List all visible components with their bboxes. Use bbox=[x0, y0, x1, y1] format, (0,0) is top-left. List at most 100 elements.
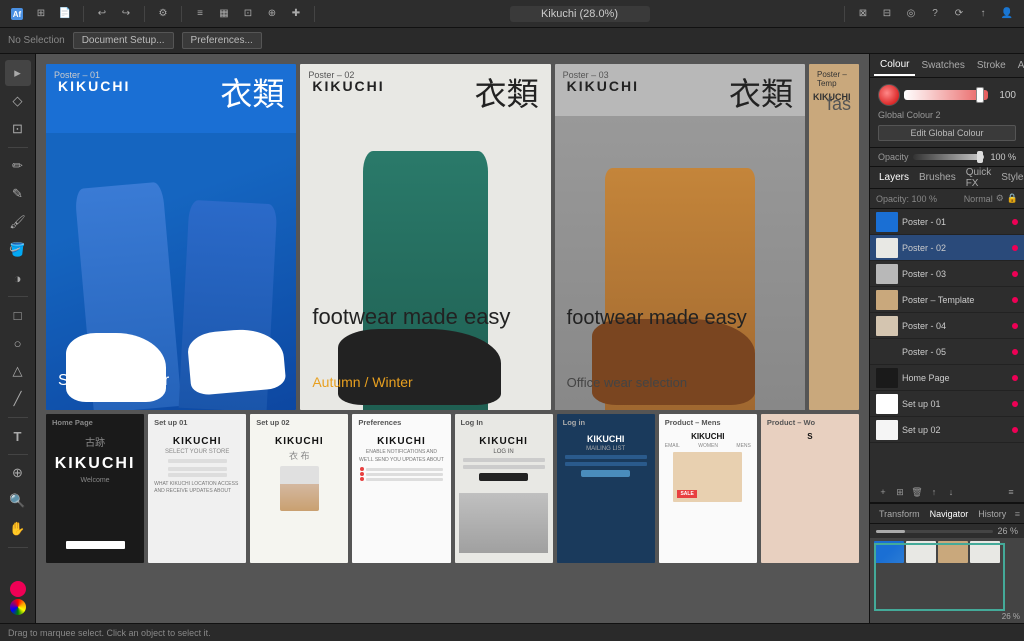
line-tool[interactable]: ╱ bbox=[5, 386, 31, 412]
node-tool[interactable]: ◇ bbox=[5, 88, 31, 114]
layer-item-3[interactable]: Poster – Template bbox=[870, 287, 1024, 313]
transform-icon[interactable]: ⊡ bbox=[239, 5, 257, 23]
pixel-icon[interactable]: ⊟ bbox=[878, 5, 896, 23]
color-value: 100 bbox=[992, 90, 1016, 101]
undo-icon[interactable]: ↩ bbox=[93, 5, 111, 23]
transform-tabs: Transform Navigator History ≡ bbox=[870, 504, 1024, 524]
arrange-icon[interactable]: ▦ bbox=[215, 5, 233, 23]
more-icon[interactable]: ≡ bbox=[1004, 485, 1018, 499]
sync-icon[interactable]: ⟳ bbox=[950, 5, 968, 23]
pen-tool[interactable]: ✏ bbox=[5, 153, 31, 179]
layer-name-3: Poster – Template bbox=[902, 295, 1008, 305]
group-icon[interactable]: ⊞ bbox=[893, 485, 907, 499]
layer-dot-3 bbox=[1012, 297, 1018, 303]
layer-item-0[interactable]: Poster - 01 bbox=[870, 209, 1024, 235]
redo-icon[interactable]: ↪ bbox=[117, 5, 135, 23]
poster-01[interactable]: Poster – 01 KIKUCHI 衣類 Spring/Summer bbox=[46, 64, 296, 410]
tab-layers[interactable]: Layers bbox=[874, 169, 914, 186]
fill-color[interactable] bbox=[10, 581, 26, 597]
tab-styles[interactable]: Styles bbox=[996, 169, 1024, 186]
poster-02[interactable]: Poster – 02 KIKUCHI 衣類 footwear made eas… bbox=[300, 64, 550, 410]
small-product-mens[interactable]: Product – Mens KIKUCHI EMAILWOMENMENS SA… bbox=[659, 414, 757, 563]
layer-item-6[interactable]: Home Page bbox=[870, 365, 1024, 391]
poster-03[interactable]: Poster – 03 KIKUCHI 衣類 footwear made eas… bbox=[555, 64, 805, 410]
user-icon[interactable]: 👤 bbox=[998, 5, 1016, 23]
tab-brushes[interactable]: Brushes bbox=[914, 169, 961, 186]
zoom-icon[interactable]: ◎ bbox=[902, 5, 920, 23]
color-slider-thumb[interactable] bbox=[976, 87, 984, 103]
layer-item-5[interactable]: Poster - 05 bbox=[870, 339, 1024, 365]
small-login[interactable]: Log In KIKUCHI LOG IN bbox=[455, 414, 553, 563]
paint-tool[interactable]: 🪣 bbox=[5, 237, 31, 263]
add-layer-icon[interactable]: + bbox=[876, 485, 890, 499]
stroke-color[interactable] bbox=[10, 599, 26, 615]
navigator-canvas[interactable]: 26 % bbox=[870, 538, 1024, 623]
color-swatch[interactable] bbox=[878, 84, 900, 106]
preferences-button[interactable]: Preferences... bbox=[182, 32, 262, 49]
opacity-slider[interactable] bbox=[913, 154, 984, 160]
small-home[interactable]: Home Page 古跡 KIKUCHI Welcome bbox=[46, 414, 144, 563]
tab-appearance[interactable]: Appearance bbox=[1012, 56, 1024, 75]
canvas-area[interactable]: Poster – 01 KIKUCHI 衣類 Spring/Summer Pos… bbox=[36, 54, 869, 623]
grid-icon[interactable]: ⊞ bbox=[32, 5, 50, 23]
layer-lock-icon[interactable]: 🔒 bbox=[1007, 193, 1018, 204]
pencil-tool[interactable]: ✎ bbox=[5, 181, 31, 207]
tab-swatches[interactable]: Swatches bbox=[915, 56, 970, 75]
doc-icon[interactable]: 📄 bbox=[56, 5, 74, 23]
small-product-wo[interactable]: Product – Wo S bbox=[761, 414, 859, 563]
nav-menu-icon[interactable]: ≡ bbox=[1015, 509, 1020, 519]
layer-dot-5 bbox=[1012, 349, 1018, 355]
color-slider[interactable] bbox=[904, 90, 988, 100]
help-icon[interactable]: ? bbox=[926, 5, 944, 23]
ellipse-tool[interactable]: ○ bbox=[5, 330, 31, 356]
insert-icon[interactable]: ✚ bbox=[287, 5, 305, 23]
color-panel-tabs: Colour Swatches Stroke Appearance ≡ bbox=[870, 54, 1024, 78]
eyedropper-tool[interactable]: ⊕ bbox=[5, 460, 31, 486]
layer-item-1[interactable]: Poster - 02 bbox=[870, 235, 1024, 261]
align-icon[interactable]: ≡ bbox=[191, 5, 209, 23]
tab-transform[interactable]: Transform bbox=[874, 507, 925, 521]
small-setup2[interactable]: Set up 02 KIKUCHI 衣 布 bbox=[250, 414, 348, 563]
poster-template[interactable]: Poster – Temp KIKUCHI fas bbox=[809, 64, 859, 410]
gradient-tool[interactable]: ◑ bbox=[5, 265, 31, 291]
tab-quickfx[interactable]: Quick FX bbox=[961, 164, 997, 192]
move-down-icon[interactable]: ↓ bbox=[944, 485, 958, 499]
setup1-sub: SELECT YOUR STORE bbox=[148, 449, 246, 455]
tab-history[interactable]: History bbox=[973, 507, 1011, 521]
small-setup1[interactable]: Set up 01 KIKUCHI SELECT YOUR STORE WHAT… bbox=[148, 414, 246, 563]
layer-settings-icon[interactable]: ⚙ bbox=[996, 193, 1004, 204]
tab-colour[interactable]: Colour bbox=[874, 55, 915, 76]
login-field1 bbox=[463, 458, 545, 462]
edit-global-colour-button[interactable]: Edit Global Colour bbox=[878, 125, 1016, 141]
brush-tool[interactable]: 🖌 bbox=[5, 209, 31, 235]
zoom-tool[interactable]: 🔍 bbox=[5, 488, 31, 514]
delete-icon[interactable]: 🗑 bbox=[910, 485, 924, 499]
layer-name-5: Poster - 05 bbox=[902, 347, 1008, 357]
small-login2[interactable]: Log in KIKUCHI MAILING LIST bbox=[557, 414, 655, 563]
rect-tool[interactable]: □ bbox=[5, 302, 31, 328]
small-prefs[interactable]: Preferences KIKUCHI ENABLE NOTIFICATIONS… bbox=[352, 414, 450, 563]
partial-text: fas bbox=[823, 94, 855, 115]
layer-item-8[interactable]: Set up 02 bbox=[870, 417, 1024, 443]
view-icon[interactable]: ⊠ bbox=[854, 5, 872, 23]
layer-item-2[interactable]: Poster - 03 bbox=[870, 261, 1024, 287]
boolean-icon[interactable]: ⊕ bbox=[263, 5, 281, 23]
text-tool[interactable]: T bbox=[5, 423, 31, 449]
login-shoe-img bbox=[459, 493, 547, 553]
layer-item-4[interactable]: Poster - 04 bbox=[870, 313, 1024, 339]
tab-stroke[interactable]: Stroke bbox=[971, 56, 1012, 75]
opacity-thumb[interactable] bbox=[977, 151, 983, 163]
tab-navigator[interactable]: Navigator bbox=[925, 507, 974, 521]
share-icon[interactable]: ↑ bbox=[974, 5, 992, 23]
select-tool[interactable]: ▸ bbox=[5, 60, 31, 86]
triangle-tool[interactable]: △ bbox=[5, 358, 31, 384]
top-toolbar: Af ⊞ 📄 ↩ ↪ ⚙ ≡ ▦ ⊡ ⊕ ✚ Kikuchi (28.0%) ⊠… bbox=[0, 0, 1024, 28]
crop-tool[interactable]: ⊡ bbox=[5, 116, 31, 142]
pan-tool[interactable]: ✋ bbox=[5, 516, 31, 542]
move-up-icon[interactable]: ↑ bbox=[927, 485, 941, 499]
settings-icon[interactable]: ⚙ bbox=[154, 5, 172, 23]
document-setup-button[interactable]: Document Setup... bbox=[73, 32, 174, 49]
layer-item-7[interactable]: Set up 01 bbox=[870, 391, 1024, 417]
zoom-slider[interactable] bbox=[876, 530, 993, 533]
svg-text:Af: Af bbox=[13, 10, 22, 19]
